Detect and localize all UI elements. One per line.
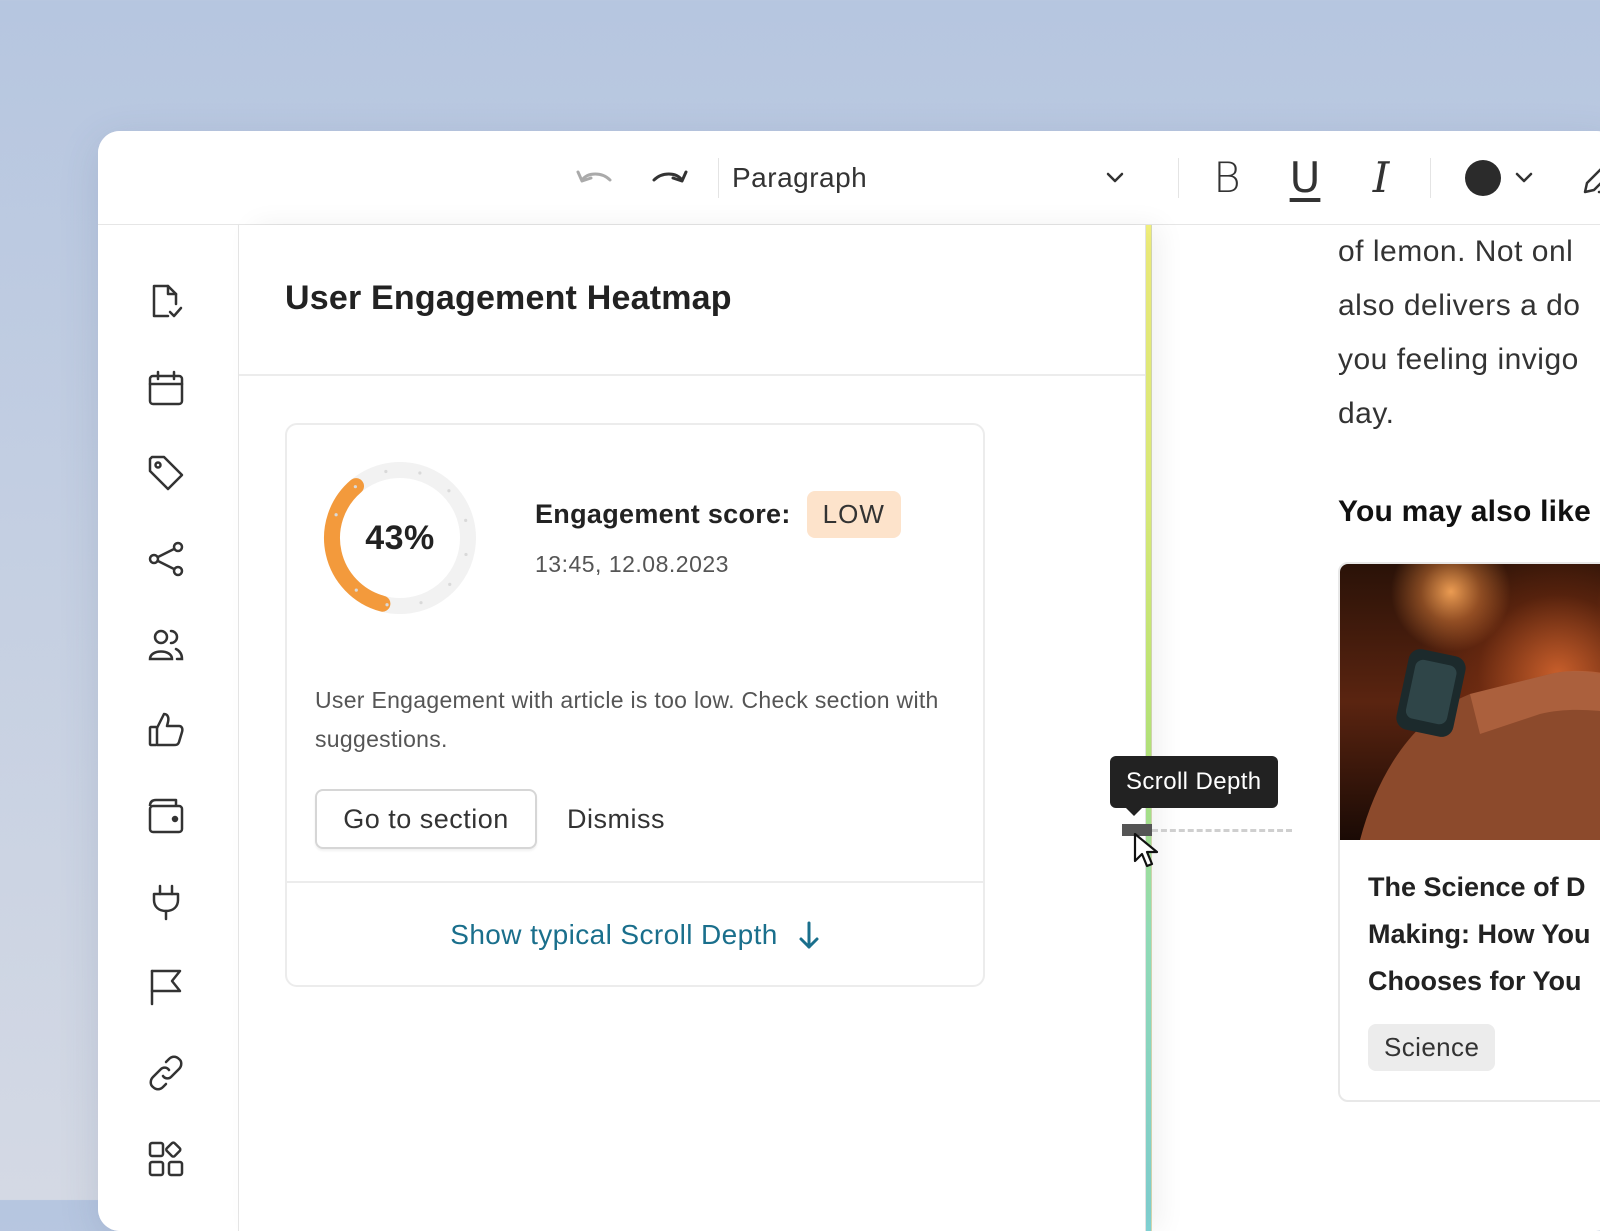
- engagement-description: User Engagement with article is too low.…: [315, 687, 939, 752]
- engagement-score-label: Engagement score:: [535, 499, 791, 529]
- panel-title: User Engagement Heatmap: [285, 279, 732, 317]
- scroll-depth-tooltip: Scroll Depth: [1110, 756, 1278, 816]
- undo-button[interactable]: [566, 131, 622, 224]
- engagement-score-row: Engagement score: LOW: [535, 491, 901, 538]
- highlight-picker[interactable]: [1574, 131, 1600, 224]
- italic-button[interactable]: I: [1356, 131, 1406, 224]
- document-check-icon[interactable]: [146, 282, 186, 322]
- engagement-card: 43% Engagement score: LOW 13:45, 12.08.2…: [285, 423, 985, 987]
- toolbar-separator: [718, 158, 719, 198]
- panel-divider: [239, 374, 1145, 376]
- paragraph-style-value: Paragraph: [732, 161, 868, 193]
- engagement-score-value: 43%: [365, 518, 435, 557]
- editor-toolbar: Paragraph B U I: [98, 131, 1600, 225]
- timestamp: 13:45, 12.08.2023: [535, 551, 729, 577]
- toolbar-separator: [1430, 158, 1431, 198]
- undo-icon: [576, 170, 612, 182]
- plug-icon[interactable]: [146, 882, 186, 922]
- toolbar-separator: [1178, 158, 1179, 198]
- recommendation-image: [1340, 564, 1600, 840]
- chevron-down-icon: [1106, 172, 1124, 182]
- bold-button[interactable]: B: [1202, 131, 1252, 224]
- status-badge: LOW: [806, 491, 901, 538]
- widgets-icon[interactable]: [146, 1139, 186, 1179]
- link-icon[interactable]: [146, 1053, 186, 1093]
- underline-icon: U: [1289, 153, 1321, 202]
- article-line: of lemon. Not onl: [1338, 235, 1574, 268]
- mouse-cursor-icon: [1133, 832, 1159, 868]
- paragraph-style-select[interactable]: Paragraph: [732, 131, 1144, 224]
- also-like-heading: You may also like: [1338, 495, 1591, 528]
- article-line: day.: [1338, 397, 1395, 430]
- show-scroll-depth-link[interactable]: Show typical Scroll Depth: [287, 883, 983, 987]
- share-icon[interactable]: [146, 539, 186, 579]
- recommendation-title-line: Making: How You: [1368, 919, 1591, 949]
- sidebar: [98, 225, 239, 1231]
- redo-icon: [652, 170, 688, 182]
- recommendation-title-line: Chooses for You: [1368, 966, 1582, 996]
- chevron-down-icon: [1515, 172, 1533, 182]
- bold-icon: B: [1213, 153, 1241, 202]
- go-to-section-button[interactable]: Go to section: [315, 789, 537, 849]
- show-scroll-depth-label: Show typical Scroll Depth: [450, 919, 778, 950]
- calendar-icon[interactable]: [146, 368, 186, 408]
- category-tag[interactable]: Science: [1368, 1024, 1496, 1071]
- wallet-icon[interactable]: [146, 796, 186, 836]
- thumbs-up-icon[interactable]: [146, 710, 186, 750]
- scroll-depth-guide-line: [1152, 829, 1292, 832]
- color-swatch-icon: [1465, 159, 1501, 196]
- scroll-depth-tooltip-label: Scroll Depth: [1126, 768, 1262, 795]
- italic-icon: I: [1372, 153, 1390, 202]
- article-preview: of lemon. Not onl also delivers a do you…: [1338, 225, 1600, 1231]
- underline-button[interactable]: U: [1280, 131, 1330, 224]
- article-line: also delivers a do: [1338, 289, 1581, 322]
- tag-icon[interactable]: [146, 453, 186, 493]
- flag-icon[interactable]: [146, 967, 186, 1007]
- users-icon[interactable]: [146, 625, 186, 665]
- pencil-icon: [1583, 167, 1600, 193]
- editor-window: Paragraph B U I User Engagement Heatmap …: [98, 131, 1600, 1231]
- wristwatch-photo-icon: [1360, 649, 1600, 840]
- engagement-panel: User Engagement Heatmap 43% Engagement s…: [239, 225, 1146, 1231]
- recommendation-card[interactable]: The Science of D Making: How You Chooses…: [1338, 562, 1600, 1102]
- article-line: you feeling invigo: [1338, 343, 1579, 376]
- recommendation-title: The Science of D Making: How You Chooses…: [1368, 864, 1600, 1005]
- arrow-down-icon: [799, 921, 819, 949]
- text-color-picker[interactable]: [1454, 131, 1544, 224]
- redo-button[interactable]: [642, 131, 698, 224]
- recommendation-title-line: The Science of D: [1368, 872, 1586, 902]
- dismiss-button[interactable]: Dismiss: [557, 789, 675, 849]
- article-body: of lemon. Not onl also delivers a do you…: [1338, 225, 1600, 441]
